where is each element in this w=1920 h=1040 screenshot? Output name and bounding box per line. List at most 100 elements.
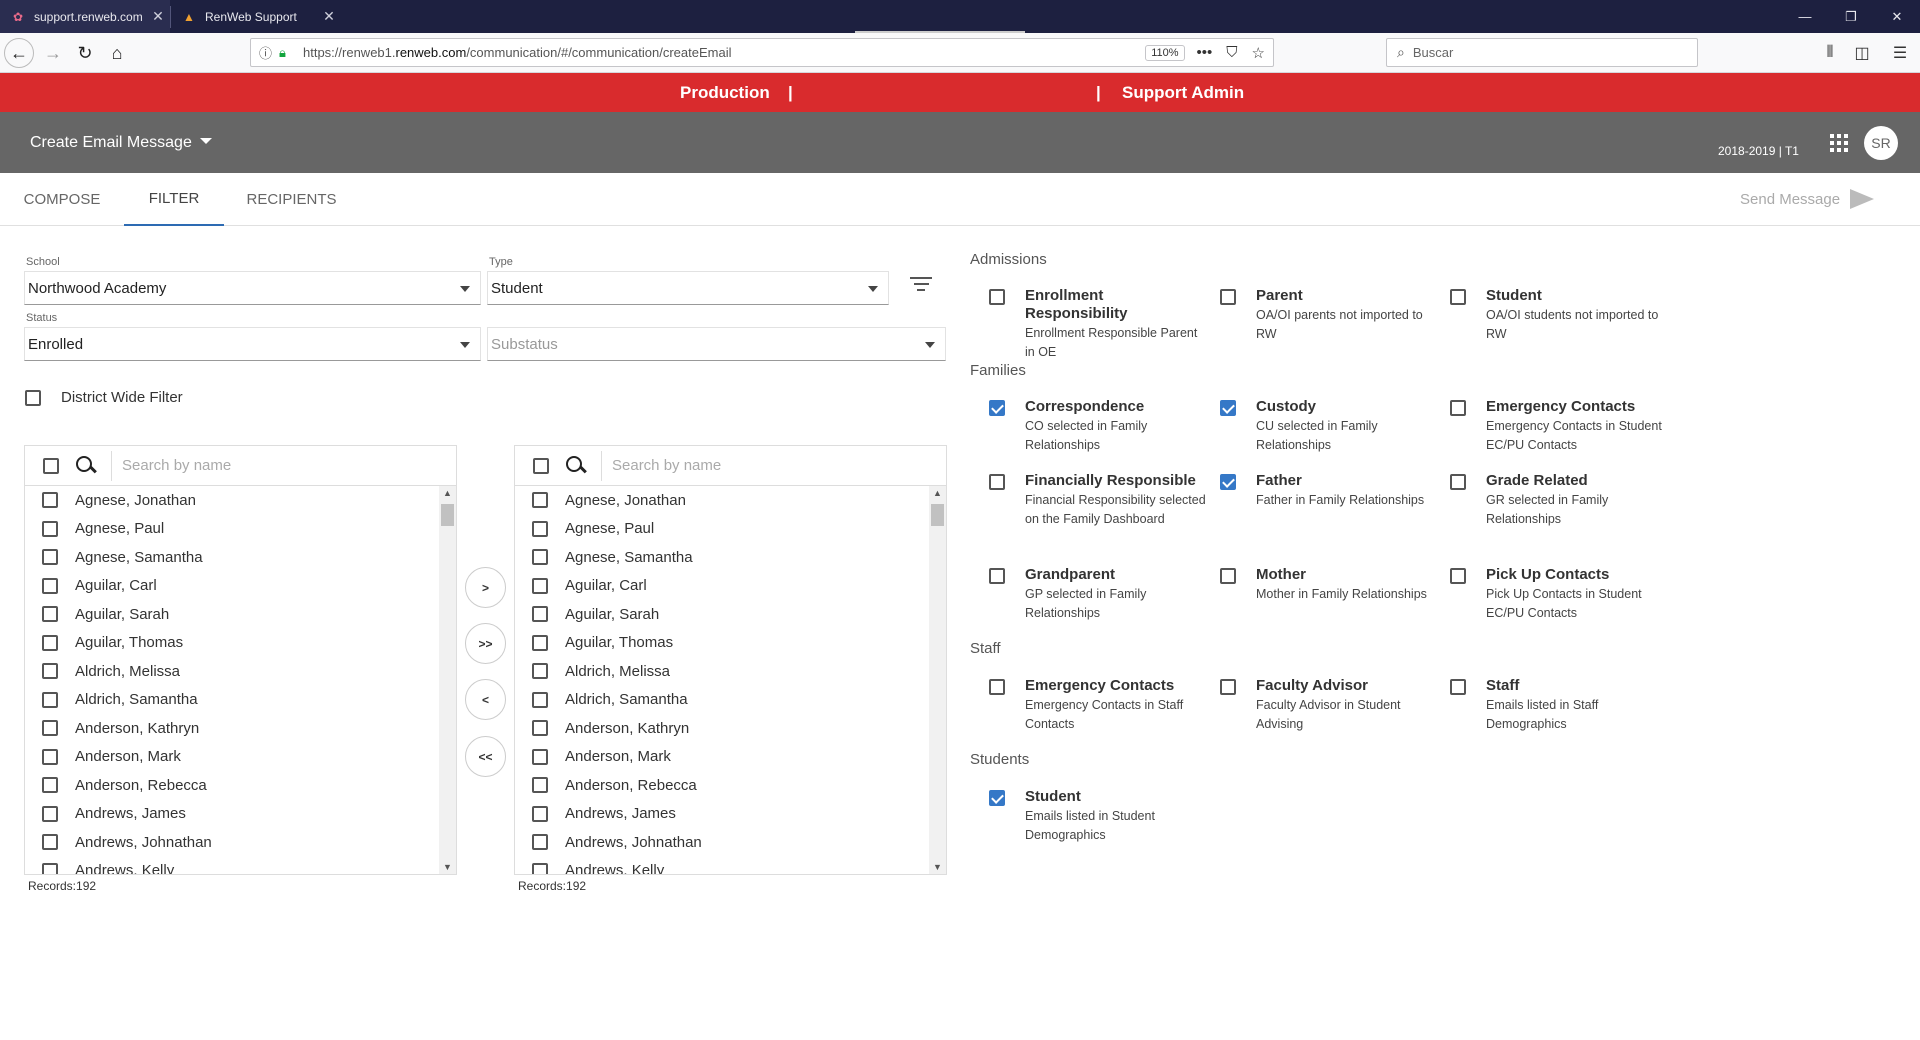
option-checkbox[interactable] — [1450, 568, 1466, 584]
option-checkbox[interactable] — [1220, 568, 1236, 584]
list-item[interactable]: Andrews, Kelly — [25, 857, 456, 874]
scroll-up-icon[interactable]: ▲ — [929, 486, 946, 500]
option-enrollment-responsibility[interactable]: Enrollment Responsibility Enrollment Resp… — [989, 287, 1209, 362]
item-checkbox[interactable] — [42, 520, 58, 537]
item-checkbox[interactable] — [532, 634, 548, 651]
item-checkbox[interactable] — [532, 520, 548, 537]
option-checkbox[interactable] — [989, 790, 1005, 806]
option-grandparent[interactable]: Grandparent GP selected in Family Relatio… — [989, 566, 1209, 623]
item-checkbox[interactable] — [532, 691, 548, 708]
option-checkbox[interactable] — [1450, 679, 1466, 695]
list-item[interactable]: Andrews, James — [25, 800, 456, 829]
available-search-input[interactable]: Search by name — [111, 450, 454, 481]
page-actions-icon[interactable]: ••• — [1197, 44, 1213, 62]
district-wide-checkbox[interactable] — [25, 389, 41, 406]
browser-tab-support[interactable]: ✿ support.renweb.com ✕ — [0, 0, 170, 33]
scrollbar-thumb[interactable] — [931, 504, 944, 526]
url-text[interactable]: https://renweb1.renweb.com/communication… — [303, 45, 1145, 60]
option-checkbox[interactable] — [1450, 289, 1466, 305]
home-icon[interactable]: ⌂ — [102, 38, 132, 68]
item-checkbox[interactable] — [42, 748, 58, 765]
option-pick-up-contacts[interactable]: Pick Up Contacts Pick Up Contacts in Stud… — [1450, 566, 1670, 623]
select-all-checkbox[interactable] — [533, 457, 549, 474]
url-bar[interactable]: ⓘ 🔒︎ https://renweb1.renweb.com/communic… — [250, 38, 1274, 67]
option-checkbox[interactable] — [989, 289, 1005, 305]
browser-search-input[interactable]: ⌕ Buscar — [1386, 38, 1698, 67]
item-checkbox[interactable] — [532, 805, 548, 822]
list-item[interactable]: Anderson, Mark — [25, 743, 456, 772]
site-info-icon[interactable]: ⓘ — [259, 43, 277, 62]
item-checkbox[interactable] — [42, 720, 58, 737]
option-custody[interactable]: Custody CU selected in Family Relationshi… — [1220, 398, 1440, 455]
forward-arrow-icon[interactable]: → — [38, 38, 68, 68]
filter-icon[interactable] — [910, 277, 932, 295]
option-checkbox[interactable] — [1220, 679, 1236, 695]
list-item[interactable]: Aguilar, Carl — [515, 572, 946, 601]
list-item[interactable]: Anderson, Mark — [515, 743, 946, 772]
list-item[interactable]: Andrews, Johnathan — [515, 828, 946, 857]
remove-selected-button[interactable]: < — [465, 679, 506, 720]
item-checkbox[interactable] — [532, 748, 548, 765]
restore-window-icon[interactable]: ❐ — [1828, 0, 1874, 33]
option-checkbox[interactable] — [1450, 474, 1466, 490]
option-financially-responsible[interactable]: Financially Responsible Financial Respons… — [989, 472, 1209, 529]
list-item[interactable]: Anderson, Kathryn — [25, 714, 456, 743]
scroll-down-icon[interactable]: ▼ — [929, 860, 946, 874]
add-selected-button[interactable]: > — [465, 567, 506, 608]
item-checkbox[interactable] — [532, 492, 548, 509]
item-checkbox[interactable] — [532, 777, 548, 794]
select-all-checkbox[interactable] — [43, 457, 59, 474]
selected-search-input[interactable]: Search by name — [601, 450, 944, 481]
tab-recipients[interactable]: RECIPIENTS — [224, 173, 359, 226]
scroll-down-icon[interactable]: ▼ — [439, 860, 456, 874]
list-item[interactable]: Aldrich, Melissa — [25, 657, 456, 686]
sidebar-icon[interactable]: ◫ — [1847, 38, 1877, 68]
item-checkbox[interactable] — [532, 862, 548, 874]
remove-all-button[interactable]: << — [465, 736, 506, 777]
hamburger-menu-icon[interactable]: ☰ — [1885, 38, 1915, 68]
option-checkbox[interactable] — [1450, 400, 1466, 416]
item-checkbox[interactable] — [42, 691, 58, 708]
option-checkbox[interactable] — [1220, 289, 1236, 305]
option-checkbox[interactable] — [1220, 474, 1236, 490]
item-checkbox[interactable] — [42, 492, 58, 509]
item-checkbox[interactable] — [42, 862, 58, 874]
close-tab-icon[interactable]: ✕ — [317, 8, 341, 25]
option-checkbox[interactable] — [989, 568, 1005, 584]
option-students-student[interactable]: Student Emails listed in Student Demograp… — [989, 788, 1209, 845]
option-staff-emergency-contacts[interactable]: Emergency Contacts Emergency Contacts in … — [989, 677, 1209, 734]
list-item[interactable]: Agnese, Jonathan — [25, 486, 456, 515]
apps-grid-icon[interactable] — [1830, 134, 1848, 152]
type-select[interactable]: Student — [487, 271, 889, 305]
pocket-icon[interactable]: ⛉ — [1226, 44, 1237, 62]
send-message-button[interactable]: Send Message — [1740, 189, 1875, 209]
district-wide-filter[interactable]: District Wide Filter — [25, 389, 183, 406]
item-checkbox[interactable] — [532, 606, 548, 623]
option-admissions-student[interactable]: Student OA/OI students not imported to RW — [1450, 287, 1670, 344]
item-checkbox[interactable] — [42, 663, 58, 680]
item-checkbox[interactable] — [532, 834, 548, 851]
scrollbar[interactable]: ▲ ▼ — [439, 486, 456, 874]
item-checkbox[interactable] — [42, 805, 58, 822]
scrollbar-thumb[interactable] — [441, 504, 454, 526]
item-checkbox[interactable] — [532, 663, 548, 680]
item-checkbox[interactable] — [42, 777, 58, 794]
minimize-window-icon[interactable]: — — [1782, 0, 1828, 33]
item-checkbox[interactable] — [532, 549, 548, 566]
zoom-level[interactable]: 110% — [1145, 44, 1185, 61]
item-checkbox[interactable] — [42, 634, 58, 651]
status-select[interactable]: Enrolled — [24, 327, 481, 361]
list-item[interactable]: Aguilar, Thomas — [515, 629, 946, 658]
item-checkbox[interactable] — [42, 549, 58, 566]
list-item[interactable]: Anderson, Rebecca — [25, 771, 456, 800]
page-title[interactable]: Create Email Message — [30, 134, 192, 152]
avatar[interactable]: SR — [1864, 126, 1898, 160]
option-checkbox[interactable] — [1220, 400, 1236, 416]
list-item[interactable]: Aguilar, Thomas — [25, 629, 456, 658]
substatus-select[interactable]: Substatus — [487, 327, 946, 361]
option-checkbox[interactable] — [989, 679, 1005, 695]
browser-tab-renweb-support[interactable]: ▲ RenWeb Support ✕ — [171, 0, 341, 33]
list-item[interactable]: Agnese, Paul — [25, 515, 456, 544]
tab-compose[interactable]: COMPOSE — [0, 173, 124, 226]
back-arrow-icon[interactable]: ← — [4, 38, 34, 68]
